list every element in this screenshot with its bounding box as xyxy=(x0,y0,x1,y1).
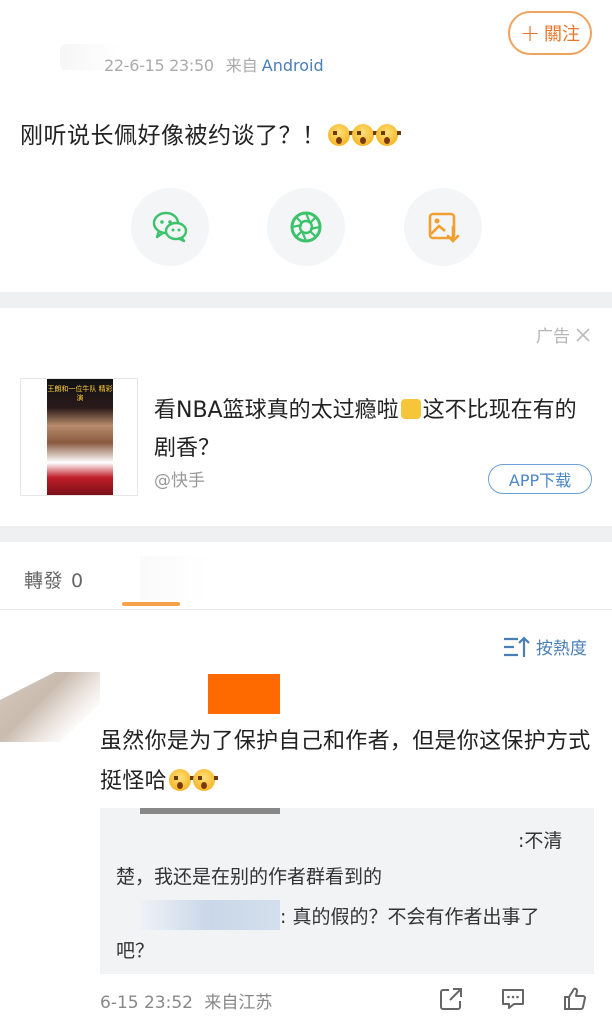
post-time: 22-6-15 23:50 xyxy=(104,56,214,75)
save-image-button[interactable] xyxy=(404,188,482,266)
share-row xyxy=(0,188,612,266)
shocked-emoji-icon xyxy=(327,124,353,146)
sort-label: 按熱度 xyxy=(536,639,587,659)
app-download-button[interactable]: APP下载 xyxy=(488,464,592,494)
comment-meta: 6-15 23:52 来自江苏 xyxy=(100,988,272,1013)
ad-tag-label: 广告 xyxy=(536,327,570,347)
reply-1-text-b: 楚，我还是在别的作者群看到的 xyxy=(116,866,383,888)
comment-icon[interactable] xyxy=(500,986,526,1012)
redacted-bar xyxy=(140,808,280,814)
shocked-emoji-icon xyxy=(375,124,401,146)
reply-2-text-a: : 真的假的？不会有作者出事了 xyxy=(280,906,540,928)
moments-icon xyxy=(290,211,322,243)
active-tab-indicator xyxy=(122,602,180,606)
repost-tab-row: 轉發 0 xyxy=(0,542,612,610)
comment-time: 6-15 23:52 xyxy=(100,993,193,1013)
post-card: + 關注 22-6-15 23:50 来自 Android 刚听说长佩好像被约谈了？… xyxy=(0,0,612,292)
reply-thread[interactable]: :不清 楚，我还是在别的作者群看到的 : 真的假的？不会有作者出事了 吧？ xyxy=(100,808,594,974)
follow-button[interactable]: + 關注 xyxy=(508,11,592,55)
repost-label: 轉發 xyxy=(24,570,64,592)
ad-thumbnail-caption: 王朗和一位牛队 精彩演 xyxy=(47,385,113,402)
wechat-icon xyxy=(152,211,188,243)
wechat-share-button[interactable] xyxy=(131,188,209,266)
reply-username-redacted xyxy=(140,900,280,930)
close-icon[interactable] xyxy=(574,326,592,344)
moments-share-button[interactable] xyxy=(267,188,345,266)
post-meta: 22-6-15 23:50 来自 Android xyxy=(104,52,324,76)
ad-thumbnail[interactable]: 王朗和一位牛队 精彩演 xyxy=(20,378,138,496)
repost-count: 0 xyxy=(71,570,84,592)
shocked-emoji-icon xyxy=(351,124,377,146)
avatar[interactable] xyxy=(0,672,100,742)
ad-tag[interactable]: 广告 xyxy=(536,322,592,347)
commenter-name-redacted xyxy=(208,674,280,714)
post-text: 刚听说长佩好像被约谈了？！ xyxy=(20,123,326,149)
post-source: 来自 xyxy=(225,56,258,75)
plus-icon: + xyxy=(519,19,541,47)
shocked-emoji-icon xyxy=(168,769,194,791)
ad-title[interactable]: 看NBA篮球真的太过瘾啦 这不比现在有的剧香？ xyxy=(154,392,594,468)
save-image-icon xyxy=(428,212,460,243)
reply-2-text-b: 吧？ xyxy=(116,940,155,962)
section-divider xyxy=(0,292,612,308)
section-divider xyxy=(0,526,612,542)
comment-location: 来自江苏 xyxy=(204,993,273,1013)
post-content: 刚听说长佩好像被约谈了？！ xyxy=(20,116,401,150)
share-icon[interactable] xyxy=(438,986,464,1012)
blurred-tab xyxy=(140,556,210,600)
comment-actions xyxy=(438,986,588,1012)
ad-source: @快手 xyxy=(154,471,205,491)
like-icon[interactable] xyxy=(562,986,588,1012)
follow-label: 關注 xyxy=(544,24,581,45)
ad-thumbnail-image: 王朗和一位牛队 精彩演 xyxy=(47,379,113,495)
reply-1-text-a: :不清 xyxy=(518,830,563,852)
excited-emoji-icon xyxy=(400,399,421,419)
post-device: Android xyxy=(261,56,324,75)
repost-tab[interactable]: 轉發 0 xyxy=(24,566,84,593)
comment-text[interactable]: 虽然你是为了保护自己和作者，但是你这保护方式挺怪哈 xyxy=(100,722,600,802)
sort-by-hot-button[interactable]: 按熱度 xyxy=(502,634,587,659)
ad-card[interactable]: 广告 王朗和一位牛队 精彩演 看NBA篮球真的太过瘾啦 这不比现在有的剧香？ @快… xyxy=(0,308,612,526)
shocked-emoji-icon xyxy=(192,769,218,791)
ad-title-text: 看NBA篮球真的太过瘾啦 xyxy=(154,398,399,423)
sort-icon xyxy=(504,635,530,657)
